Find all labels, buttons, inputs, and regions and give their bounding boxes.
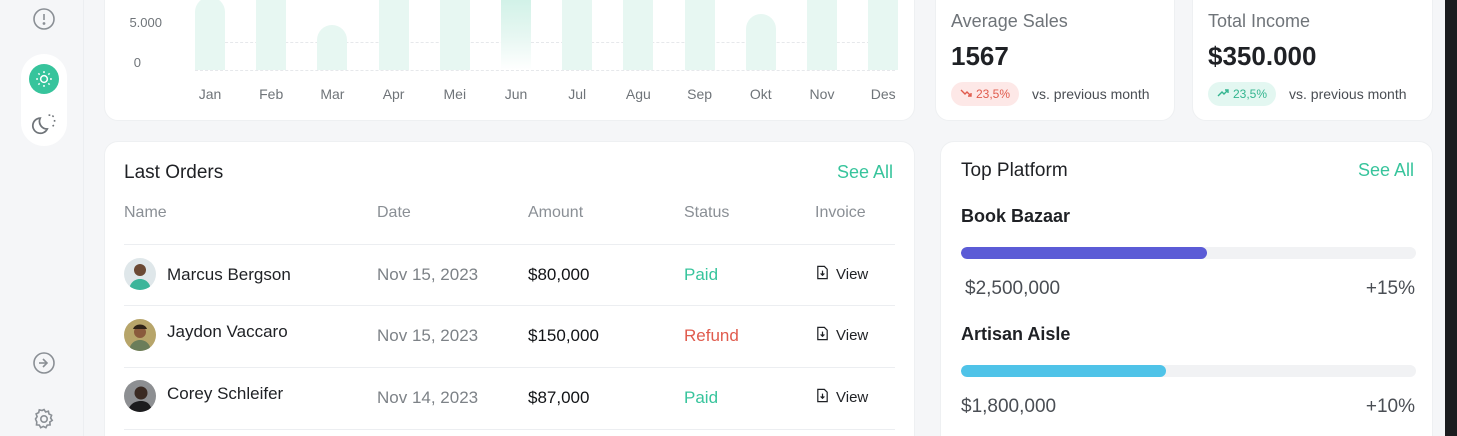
row-divider [124, 367, 895, 368]
x-tick-label: Sep [687, 86, 713, 102]
chart-bar-mei [439, 0, 470, 70]
customer-name: Jaydon Vaccaro [167, 322, 288, 341]
chart-bar-okt [745, 14, 776, 70]
invoice-label: View [836, 266, 869, 283]
invoice-label: View [836, 327, 869, 344]
platform-amount: $2,500,000 [965, 278, 1061, 299]
x-tick-label: Agu [625, 86, 651, 102]
platform-change: +15% [1365, 278, 1415, 299]
sidebar [0, 0, 84, 436]
window-edge [1445, 0, 1457, 436]
x-tick-label: Nov [809, 86, 835, 102]
order-amount: $150,000 [528, 326, 599, 345]
arrow-right-circle-icon[interactable] [31, 350, 57, 376]
y-tick-label: 5.000 [129, 15, 162, 30]
x-tick-label: Jan [198, 86, 222, 102]
platform-progress-fill [961, 365, 1166, 377]
change-value: 23,5% [976, 87, 1011, 101]
trend-up-icon [1217, 87, 1229, 102]
stat-note: vs. previous month [1289, 86, 1407, 102]
trend-down-icon [960, 87, 972, 102]
stat-title: Total Income [1208, 11, 1311, 31]
sun-icon [35, 70, 53, 88]
chart-bar-feb [256, 0, 287, 70]
platform-name: Book Bazaar [961, 206, 1071, 226]
x-tick-label: Des [870, 86, 896, 102]
chart-bar-agu [623, 0, 654, 70]
order-status: Paid [684, 265, 719, 284]
view-invoice-button[interactable]: View [815, 326, 868, 345]
column-header-amount: Amount [528, 204, 584, 221]
last-orders-title: Last Orders [124, 162, 224, 183]
avatar [124, 319, 156, 351]
chart-bar-jul [562, 0, 593, 70]
avatar [124, 258, 156, 290]
invoice-label: View [836, 389, 869, 406]
x-tick-label: Okt [749, 86, 772, 102]
platform-change: +10% [1365, 396, 1415, 417]
change-value: 23,5% [1233, 87, 1268, 101]
chart-bar-apr [378, 0, 409, 70]
stat-note: vs. previous month [1032, 86, 1150, 102]
platform-progress-fill [961, 247, 1207, 259]
customer-name: Marcus Bergson [167, 265, 291, 284]
y-tick-label: 0 [133, 55, 141, 70]
column-header-name: Name [124, 204, 167, 221]
column-header-status: Status [684, 204, 730, 221]
platform-name: Artisan Aisle [961, 324, 1071, 344]
order-amount: $80,000 [528, 265, 590, 284]
order-date: Nov 14, 2023 [377, 388, 479, 407]
platform-see-all-link[interactable]: See All [1358, 160, 1414, 181]
x-tick-label: Mar [320, 86, 345, 102]
alert-circle-icon[interactable] [31, 6, 57, 32]
view-invoice-button[interactable]: View [815, 388, 868, 407]
orders-see-all-link[interactable]: See All [837, 162, 893, 183]
column-header-invoice: Invoice [815, 204, 866, 221]
row-divider [124, 244, 895, 245]
platform-progress-track [961, 247, 1416, 259]
order-amount: $87,000 [528, 388, 590, 407]
moon-icon [31, 110, 57, 136]
x-tick-label: Apr [382, 86, 405, 102]
stat-title: Average Sales [951, 11, 1068, 31]
x-tick-label: Jul [568, 86, 587, 102]
grid-line [195, 42, 895, 43]
chart-bar-des [868, 0, 899, 70]
stat-value: 1567 [951, 41, 1009, 71]
chart-bar-jan [195, 0, 225, 70]
order-status: Refund [684, 326, 739, 345]
x-tick-label: Feb [259, 86, 284, 102]
chart-bar-sep [684, 0, 715, 70]
customer-name: Corey Schleifer [167, 384, 284, 403]
avatar [124, 380, 156, 412]
column-header-date: Date [377, 204, 411, 221]
grid-line [195, 70, 895, 71]
chart-bar-jun [501, 0, 531, 70]
order-status: Paid [684, 388, 719, 407]
stat-value: $350.000 [1208, 41, 1317, 71]
x-tick-label: Mei [443, 86, 467, 102]
gear-icon[interactable] [31, 406, 57, 432]
row-divider [124, 305, 895, 306]
document-icon [815, 326, 830, 345]
platform-amount: $1,800,000 [961, 396, 1057, 417]
dark-mode-button[interactable] [29, 108, 59, 138]
platform-progress-track [961, 365, 1416, 377]
top-platform-title: Top Platform [961, 160, 1068, 181]
document-icon [815, 265, 830, 284]
x-tick-label: Jun [504, 86, 528, 102]
document-icon [815, 388, 830, 407]
order-date: Nov 15, 2023 [377, 326, 479, 345]
order-date: Nov 15, 2023 [377, 265, 479, 284]
change-badge: 23,5% [951, 82, 1020, 106]
light-mode-button[interactable] [29, 64, 59, 94]
chart-bar-mar [317, 25, 348, 70]
chart-bar-nov [807, 0, 837, 70]
change-badge: 23,5% [1208, 82, 1277, 106]
row-divider [124, 429, 895, 430]
view-invoice-button[interactable]: View [815, 265, 868, 284]
